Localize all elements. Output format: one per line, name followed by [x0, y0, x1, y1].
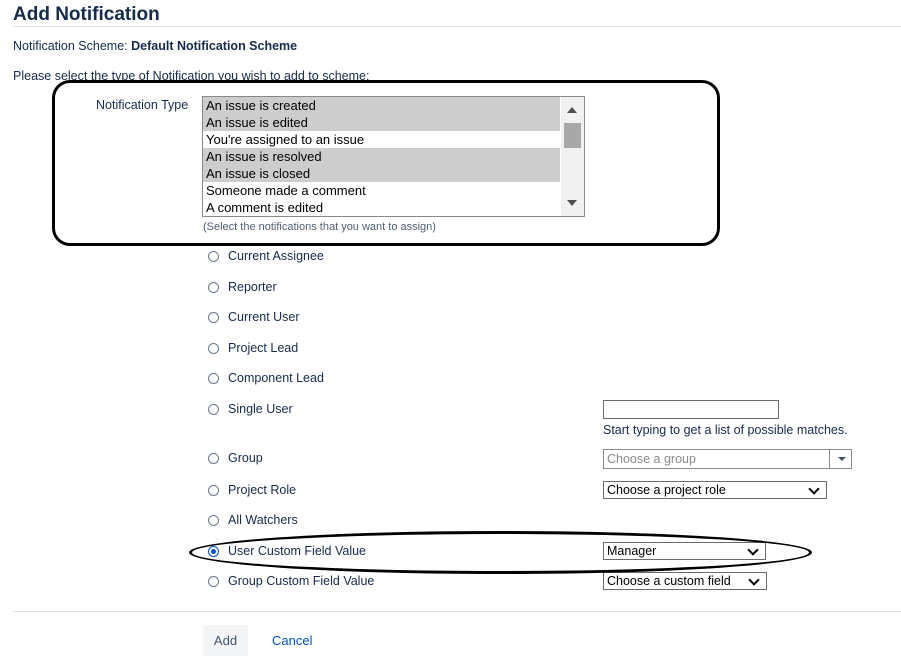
- radio-current-user[interactable]: Current User: [208, 310, 300, 324]
- radio-button[interactable]: [208, 281, 219, 293]
- radio-group-custom-field-value[interactable]: Group Custom Field Value: [208, 574, 374, 588]
- radio-label: Component Lead: [228, 371, 324, 385]
- listbox-option[interactable]: An issue is resolved: [203, 148, 560, 165]
- listbox-option[interactable]: An issue is created: [203, 97, 560, 114]
- listbox-scrollbar[interactable]: [561, 97, 584, 216]
- radio-project-lead[interactable]: Project Lead: [208, 341, 298, 355]
- radio-label: Reporter: [228, 280, 277, 294]
- listbox-option[interactable]: A comment is edited: [203, 199, 560, 216]
- radio-label: User Custom Field Value: [228, 544, 367, 558]
- radio-project-role[interactable]: Project Role: [208, 483, 296, 497]
- radio-label: Current Assignee: [228, 249, 324, 263]
- group-input[interactable]: Choose a group: [603, 449, 830, 469]
- radio-button-checked[interactable]: [208, 545, 219, 557]
- radio-button[interactable]: [208, 484, 219, 496]
- scheme-line: Notification Scheme: Default Notificatio…: [13, 39, 297, 53]
- user-custom-field-select[interactable]: Manager: [603, 542, 766, 560]
- notification-type-listbox[interactable]: An issue is created An issue is edited Y…: [202, 96, 585, 217]
- radio-label: Current User: [228, 310, 300, 324]
- chevron-down-icon: [808, 483, 820, 495]
- chevron-down-icon: [748, 574, 760, 586]
- dropdown-arrow-icon[interactable]: [830, 449, 852, 469]
- radio-label: Project Lead: [228, 341, 299, 355]
- radio-label: All Watchers: [228, 513, 298, 527]
- radio-all-watchers[interactable]: All Watchers: [208, 513, 298, 527]
- cancel-link[interactable]: Cancel: [272, 633, 312, 648]
- footer-divider: [13, 611, 901, 612]
- radio-button[interactable]: [208, 452, 219, 464]
- user-custom-field-value: Manager: [607, 544, 657, 558]
- radio-label: Project Role: [228, 483, 297, 497]
- radio-button[interactable]: [208, 372, 219, 384]
- radio-single-user[interactable]: Single User: [208, 402, 293, 416]
- scroll-up-arrow-icon[interactable]: [567, 107, 577, 113]
- radio-button[interactable]: [208, 311, 219, 323]
- project-role-value: Choose a project role: [607, 483, 726, 497]
- radio-button[interactable]: [208, 250, 219, 262]
- notification-type-help: (Select the notifications that you want …: [203, 221, 436, 233]
- single-user-help: Start typing to get a list of possible m…: [603, 423, 848, 437]
- radio-current-assignee[interactable]: Current Assignee: [208, 249, 324, 263]
- radio-group[interactable]: Group: [208, 451, 263, 465]
- single-user-input[interactable]: [603, 400, 779, 419]
- instructions-text: Please select the type of Notification y…: [13, 69, 370, 83]
- listbox-option[interactable]: You're assigned to an issue: [203, 131, 560, 148]
- radio-button[interactable]: [208, 514, 219, 526]
- radio-label: Group: [228, 451, 263, 465]
- radio-label: Group Custom Field Value: [228, 574, 375, 588]
- scheme-name: Default Notification Scheme: [131, 39, 298, 53]
- scrollbar-thumb[interactable]: [564, 123, 581, 148]
- add-button[interactable]: Add: [203, 625, 248, 656]
- scheme-label: Notification Scheme:: [13, 39, 128, 53]
- group-picker[interactable]: Choose a group: [603, 449, 852, 469]
- notification-type-label: Notification Type: [96, 98, 189, 112]
- listbox-option[interactable]: An issue is edited: [203, 114, 560, 131]
- page-title: Add Notification: [13, 4, 160, 25]
- group-custom-field-value: Choose a custom field: [607, 574, 731, 588]
- title-divider: [13, 26, 901, 27]
- radio-label: Single User: [228, 402, 293, 416]
- radio-button[interactable]: [208, 403, 219, 415]
- group-custom-field-select[interactable]: Choose a custom field: [603, 572, 767, 590]
- radio-button[interactable]: [208, 342, 219, 354]
- radio-button[interactable]: [208, 575, 219, 587]
- radio-reporter[interactable]: Reporter: [208, 280, 277, 294]
- listbox-option[interactable]: An issue is closed: [203, 165, 560, 182]
- chevron-down-icon: [747, 544, 759, 556]
- project-role-select[interactable]: Choose a project role: [603, 481, 827, 499]
- listbox-option[interactable]: Someone made a comment: [203, 182, 560, 199]
- radio-user-custom-field-value[interactable]: User Custom Field Value: [208, 544, 366, 558]
- radio-component-lead[interactable]: Component Lead: [208, 371, 324, 385]
- scroll-down-arrow-icon[interactable]: [567, 200, 577, 206]
